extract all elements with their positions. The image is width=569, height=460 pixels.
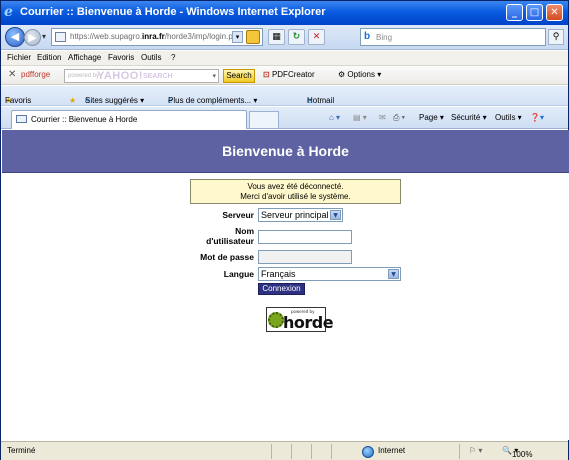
horde-wordmark: horde — [283, 313, 334, 332]
address-field[interactable]: https://web.supagro.inra.fr/horde3/imp/l… — [51, 28, 263, 46]
yahoo-toolbar: ✕ pdfforge powered by YAHOO! SEARCH ▾ Se… — [1, 65, 568, 85]
forward-button[interactable]: ▶ — [24, 29, 41, 46]
print-icon[interactable]: ⎙ ▾ — [393, 113, 405, 123]
search-box[interactable]: b Bing — [360, 28, 546, 46]
menu-help[interactable]: ? — [171, 53, 175, 62]
menu-fichier[interactable]: Fichier — [7, 53, 31, 62]
help-icon[interactable]: ❓▾ — [530, 113, 544, 122]
history-dropdown-icon[interactable]: ▾ — [42, 32, 46, 41]
menu-bar: Fichier Edition Affichage Favoris Outils… — [1, 51, 568, 65]
status-separator — [311, 444, 312, 459]
logout-notice: Vous avez été déconnecté. Merci d'avoir … — [190, 179, 401, 204]
yahoo-search-input[interactable]: powered by YAHOO! SEARCH ▾ — [64, 69, 219, 83]
chevron-down-icon[interactable]: ▾ — [212, 72, 216, 80]
security-menu[interactable]: Sécurité ▾ — [451, 113, 487, 122]
yahoo-powered-by: powered by — [68, 73, 100, 79]
maximize-button[interactable]: □ — [526, 4, 543, 21]
server-select-value: Serveur principal — [261, 210, 329, 220]
home-icon[interactable]: ⌂ ▾ — [329, 113, 340, 122]
language-select[interactable]: Français ▼ — [258, 267, 401, 281]
menu-outils[interactable]: Outils — [141, 53, 161, 62]
connexion-button[interactable]: Connexion — [258, 283, 305, 295]
search-placeholder: Bing — [376, 33, 393, 42]
status-bar: Terminé Internet ⚐ ▾ 🔍 100% ▾ — [1, 441, 568, 460]
notice-line-2: Merci d'avoir utilisé le système. — [240, 192, 351, 201]
security-zone[interactable]: Internet — [378, 446, 405, 455]
tools-menu[interactable]: Outils ▾ — [495, 113, 522, 122]
tab-label: Courrier :: Bienvenue à Horde — [31, 115, 138, 124]
language-select-value: Français — [261, 269, 296, 279]
globe-icon — [362, 446, 374, 458]
new-tab-button[interactable] — [249, 111, 279, 128]
page-icon — [55, 32, 66, 42]
feeds-icon[interactable]: ▤ ▾ — [353, 113, 367, 122]
page-menu[interactable]: Page ▾ — [419, 113, 444, 122]
read-mail-icon[interactable]: ✉ — [379, 113, 386, 122]
close-button[interactable]: ✕ — [546, 4, 563, 21]
horde-gear-icon — [268, 312, 284, 328]
yahoo-search-button[interactable]: Search — [223, 69, 255, 83]
menu-edition[interactable]: Edition — [37, 53, 61, 62]
address-bar-row: ◀ ▶ ▾ https://web.supagro.inra.fr/horde3… — [1, 25, 568, 50]
refresh-icon[interactable]: ↻ — [288, 29, 305, 45]
protected-mode-icon[interactable]: ⚐ ▾ — [469, 446, 482, 455]
pdf-icon: ⊡ — [263, 70, 270, 79]
page-header: Bienvenue à Horde — [2, 130, 569, 173]
stop-icon[interactable]: ✕ — [308, 29, 325, 45]
password-input[interactable] — [258, 250, 352, 264]
page-content: Bienvenue à Horde Vous avez été déconnec… — [2, 130, 569, 440]
gear-icon: ⚙ — [338, 70, 346, 79]
yahoo-search-word: SEARCH — [143, 73, 173, 80]
menu-affichage[interactable]: Affichage — [68, 53, 101, 62]
options-button[interactable]: ⚙ Options ▾ — [338, 70, 381, 79]
server-select[interactable]: Serveur principal ▼ — [258, 208, 343, 222]
url-text[interactable]: https://web.supagro.inra.fr/horde3/imp/l… — [70, 32, 234, 41]
minimize-button[interactable]: _ — [506, 4, 523, 21]
window-title: Courrier :: Bienvenue à Horde - Windows … — [20, 6, 326, 18]
ie-logo-icon: e — [4, 4, 13, 20]
chevron-down-icon[interactable]: ▼ — [388, 269, 399, 279]
address-dropdown-icon[interactable]: ▾ — [232, 31, 243, 43]
tab-courrier[interactable]: Courrier :: Bienvenue à Horde — [11, 110, 247, 129]
status-text: Terminé — [7, 446, 36, 455]
zoom-control[interactable]: 🔍 100% ▾ — [502, 446, 532, 459]
toolbar-close-icon[interactable]: ✕ — [8, 69, 16, 80]
username-label: Nom d'utilisateur — [206, 226, 254, 246]
mail-icon — [16, 115, 27, 123]
back-button[interactable]: ◀ — [5, 27, 25, 47]
chevron-down-icon[interactable]: ▼ — [330, 210, 341, 220]
compatibility-view-icon[interactable]: ▦ — [268, 29, 285, 45]
browser-window: e Courrier :: Bienvenue à Horde - Window… — [0, 0, 569, 460]
pdfforge-logo[interactable]: pdfforge — [21, 70, 50, 79]
lock-icon[interactable] — [246, 30, 260, 44]
status-separator — [291, 444, 292, 459]
bing-icon: b — [364, 31, 371, 42]
yahoo-logo: YAHOO! — [97, 70, 143, 82]
title-bar: e Courrier :: Bienvenue à Horde - Window… — [1, 1, 568, 25]
pdfcreator-button[interactable]: ⊡ PDFCreator — [263, 70, 315, 79]
menu-favoris[interactable]: Favoris — [108, 53, 134, 62]
status-separator — [459, 444, 460, 459]
language-label: Langue — [223, 269, 254, 279]
search-icon[interactable]: ⚲ — [548, 29, 564, 45]
status-separator — [331, 444, 332, 459]
password-label: Mot de passe — [200, 252, 254, 262]
status-separator — [271, 444, 272, 459]
notice-line-1: Vous avez été déconnecté. — [247, 182, 344, 191]
username-input[interactable] — [258, 230, 352, 244]
horde-logo[interactable]: powered by horde — [266, 307, 334, 332]
server-label: Serveur — [222, 210, 254, 220]
favorites-bar: ★ Favoris ★ e Sites suggérés ▾ e Plus de… — [1, 86, 568, 106]
